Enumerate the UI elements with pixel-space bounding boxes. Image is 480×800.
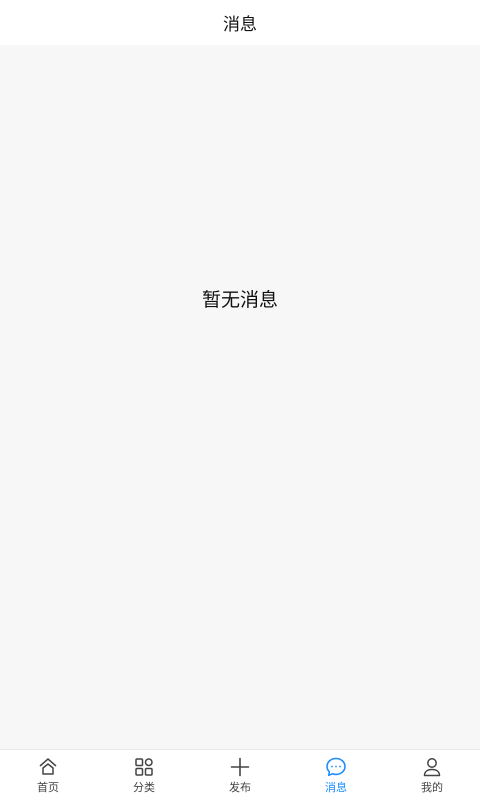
empty-state-text: 暂无消息 [201,289,278,311]
bottom-tab-bar: 首页 分类 发布 消息 我的 [0,749,480,800]
tab-mine[interactable]: 我的 [384,750,480,800]
plus-icon [230,757,250,777]
tab-category-label: 分类 [133,781,155,794]
page-title: 消息 [223,15,257,35]
tab-messages-label: 消息 [325,781,347,794]
user-icon [423,758,441,777]
tab-category[interactable]: 分类 [96,750,192,800]
tab-publish-label: 发布 [229,781,251,794]
chat-bubble-icon [326,757,346,777]
tab-publish[interactable]: 发布 [192,750,288,800]
home-icon [39,758,57,775]
top-bar: 消息 [0,0,480,45]
tab-messages[interactable]: 消息 [288,750,384,800]
tab-home[interactable]: 首页 [0,750,96,800]
message-list-area: 暂无消息 [0,45,480,749]
grid-icon [135,758,153,776]
tab-mine-label: 我的 [421,781,443,794]
tab-home-label: 首页 [37,781,59,794]
app-root: 消息 暂无消息 首页 分类 发布 消息 我的 [0,0,480,800]
